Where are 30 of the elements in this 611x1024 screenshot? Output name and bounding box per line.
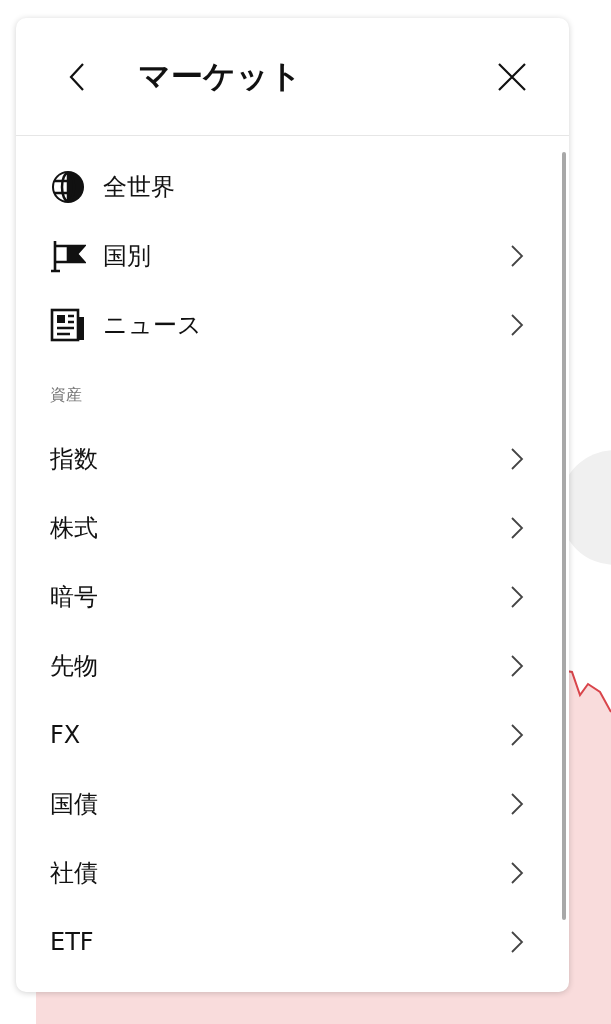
chevron-icon [510, 243, 524, 268]
chevron-icon [510, 791, 524, 816]
menu-title: マーケット [138, 55, 303, 97]
close-icon [497, 61, 527, 92]
menu-item[interactable]: 株式 [50, 493, 532, 562]
menu-item[interactable]: ETF [50, 907, 532, 976]
chevron-icon [510, 584, 524, 609]
menu-item[interactable]: 国別 [50, 221, 532, 290]
menu-item[interactable]: 社債 [50, 838, 532, 907]
chevron-icon [510, 446, 524, 471]
close-button[interactable] [497, 61, 527, 92]
menu-item[interactable]: FX [50, 700, 532, 769]
menu-item[interactable]: 先物 [50, 631, 532, 700]
menu-item[interactable]: 国債 [50, 769, 532, 838]
chevron-icon [510, 515, 524, 540]
section-label: 資産 [50, 384, 82, 406]
menu-item[interactable]: 全世界 [50, 152, 532, 221]
globe-icon [50, 168, 86, 205]
back-button[interactable] [68, 61, 86, 92]
back-icon [68, 61, 86, 92]
menu-item[interactable]: 指数 [50, 424, 532, 493]
chevron-icon [510, 929, 524, 954]
menu-item[interactable]: 暗号 [50, 562, 532, 631]
chevron-icon [510, 312, 524, 337]
chevron-icon [510, 653, 524, 678]
menu-item[interactable]: ニュース [50, 290, 532, 359]
newspaper-icon [50, 306, 86, 343]
scrollbar[interactable] [562, 152, 566, 920]
chevron-icon [510, 860, 524, 885]
chevron-icon [510, 722, 524, 747]
